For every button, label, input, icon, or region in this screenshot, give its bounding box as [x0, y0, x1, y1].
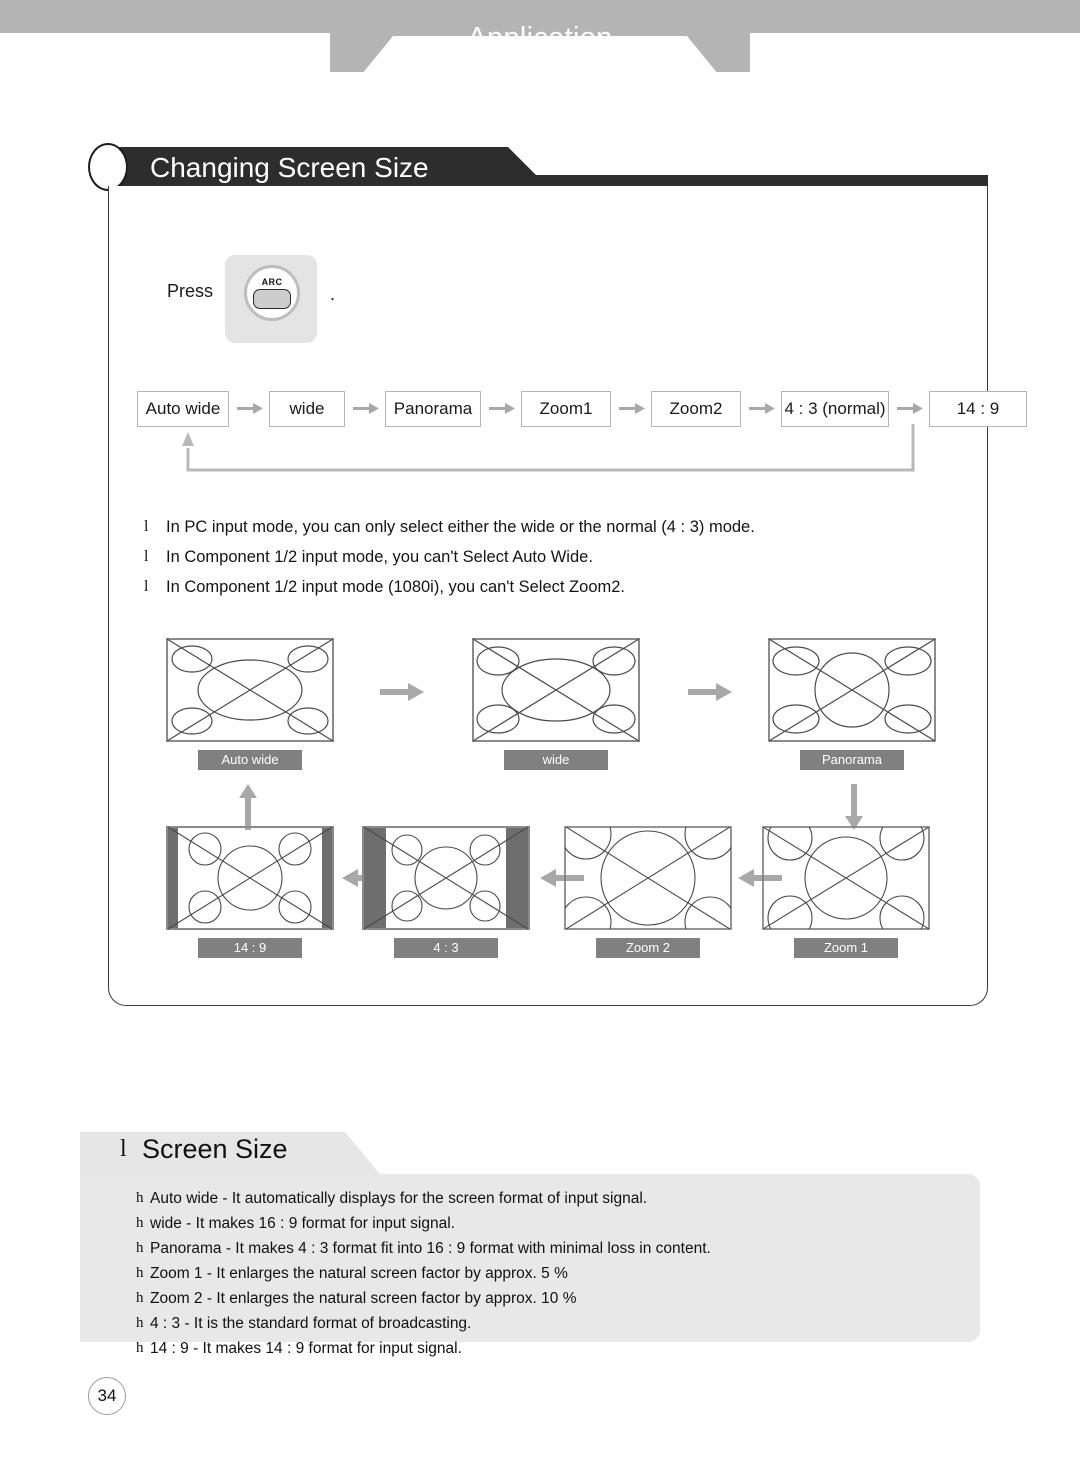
section-title: Changing Screen Size	[150, 152, 429, 183]
list-bullet-icon: h	[136, 1265, 144, 1281]
arrow-right-icon	[897, 403, 923, 414]
list-item: h 14 : 9 - It makes 14 : 9 format for in…	[136, 1340, 956, 1358]
arrow-right-icon	[489, 403, 515, 414]
note-item: l In PC input mode, you can only select …	[144, 518, 904, 537]
list-item: h Zoom 2 - It enlarges the natural scree…	[136, 1290, 956, 1308]
list-bullet-icon: h	[136, 1190, 144, 1206]
arrow-right-icon	[353, 403, 379, 414]
list-bullet-icon: h	[136, 1315, 144, 1331]
arrow-right-icon	[237, 403, 263, 414]
flow-step-14-9[interactable]: 14 : 9	[929, 391, 1027, 427]
flow-step-auto-wide[interactable]: Auto wide	[137, 391, 229, 427]
screen-figure	[166, 826, 334, 930]
list-item-text: Auto wide - It automatically displays fo…	[150, 1190, 648, 1207]
arrow-up-icon	[238, 784, 258, 830]
flow-step-4-3-normal[interactable]: 4 : 3 (normal)	[781, 391, 889, 427]
press-trailing-period: .	[330, 284, 336, 304]
screen-diagram-zoom-2: Zoom 2	[564, 826, 732, 958]
list-item-text: Zoom 1 - It enlarges the natural screen …	[150, 1265, 568, 1282]
note-bullet-icon: l	[144, 548, 149, 565]
screen-figure	[564, 826, 732, 930]
note-text: In Component 1/2 input mode (1080i), you…	[166, 578, 625, 596]
flow-step-zoom1[interactable]: Zoom1	[521, 391, 611, 427]
note-item: l In Component 1/2 input mode (1080i), y…	[144, 578, 904, 597]
screen-diagram-label: 4 : 3	[394, 938, 498, 958]
note-text: In Component 1/2 input mode, you can't S…	[166, 548, 593, 566]
note-item: l In Component 1/2 input mode, you can't…	[144, 548, 904, 567]
list-item-text: Zoom 2 - It enlarges the natural screen …	[150, 1290, 577, 1307]
screen-diagram-label: Auto wide	[198, 750, 302, 770]
screen-diagram-panorama: Panorama	[768, 638, 936, 770]
note-bullet-icon: l	[144, 518, 149, 535]
list-bullet-icon: h	[136, 1215, 144, 1231]
screen-size-description-list: h Auto wide - It automatically displays …	[136, 1190, 956, 1365]
list-item-text: 14 : 9 - It makes 14 : 9 format for inpu…	[150, 1340, 462, 1357]
arrow-right-icon	[688, 682, 732, 702]
list-item: h 4 : 3 - It is the standard format of b…	[136, 1315, 956, 1333]
screen-figure	[362, 826, 530, 930]
screen-diagram-label: 14 : 9	[198, 938, 302, 958]
list-item: h wide - It makes 16 : 9 format for inpu…	[136, 1215, 956, 1233]
arc-key-label: ARC	[261, 277, 283, 287]
flow-step-zoom2[interactable]: Zoom2	[651, 391, 741, 427]
aspect-ratio-flow: Auto wide wide Panorama Zoom1 Zoom2 4 : …	[137, 391, 1027, 427]
screen-diagram-4-3: 4 : 3	[362, 826, 530, 958]
chapter-title: Application	[467, 22, 613, 54]
list-item-text: 4 : 3 - It is the standard format of bro…	[150, 1315, 472, 1332]
screen-diagram-label: Zoom 1	[794, 938, 898, 958]
list-item-text: wide - It makes 16 : 9 format for input …	[150, 1215, 455, 1232]
arrow-right-icon	[619, 403, 645, 414]
screen-diagram-auto-wide: Auto wide	[166, 638, 334, 770]
note-bullet-icon: l	[144, 578, 149, 595]
screen-diagram-label: wide	[504, 750, 608, 770]
list-item-text: Panorama - It makes 4 : 3 format fit int…	[150, 1240, 711, 1257]
list-item: h Zoom 1 - It enlarges the natural scree…	[136, 1265, 956, 1283]
arrow-right-icon	[749, 403, 775, 414]
header-bullet-ellipse-icon	[88, 143, 128, 191]
press-label: Press	[167, 281, 214, 301]
arrow-right-icon	[380, 682, 424, 702]
note-text: In PC input mode, you can only select ei…	[166, 518, 755, 536]
screen-diagram-wide: wide	[472, 638, 640, 770]
flow-step-wide[interactable]: wide	[269, 391, 345, 427]
loop-back-arrow-icon	[180, 424, 915, 480]
screen-size-title: Screen Size	[142, 1134, 288, 1164]
list-item: h Panorama - It makes 4 : 3 format fit i…	[136, 1240, 956, 1258]
screen-diagram-label: Panorama	[800, 750, 904, 770]
screen-diagram-zoom-1: Zoom 1	[762, 826, 930, 958]
page-number: 34	[88, 1377, 126, 1415]
screen-figure	[472, 638, 640, 742]
flow-step-panorama[interactable]: Panorama	[385, 391, 481, 427]
screen-figure	[768, 638, 936, 742]
screen-figure	[166, 638, 334, 742]
screen-diagram-label: Zoom 2	[596, 938, 700, 958]
screen-size-bullet-icon: l	[120, 1136, 127, 1162]
arrow-down-icon	[844, 784, 864, 830]
list-bullet-icon: h	[136, 1340, 144, 1356]
screen-figure	[762, 826, 930, 930]
arc-key-pad-icon	[253, 289, 291, 309]
list-bullet-icon: h	[136, 1240, 144, 1256]
screen-diagram-14-9: 14 : 9	[166, 826, 334, 958]
notes-list: l In PC input mode, you can only select …	[144, 518, 904, 608]
list-item: h Auto wide - It automatically displays …	[136, 1190, 956, 1208]
list-bullet-icon: h	[136, 1290, 144, 1306]
